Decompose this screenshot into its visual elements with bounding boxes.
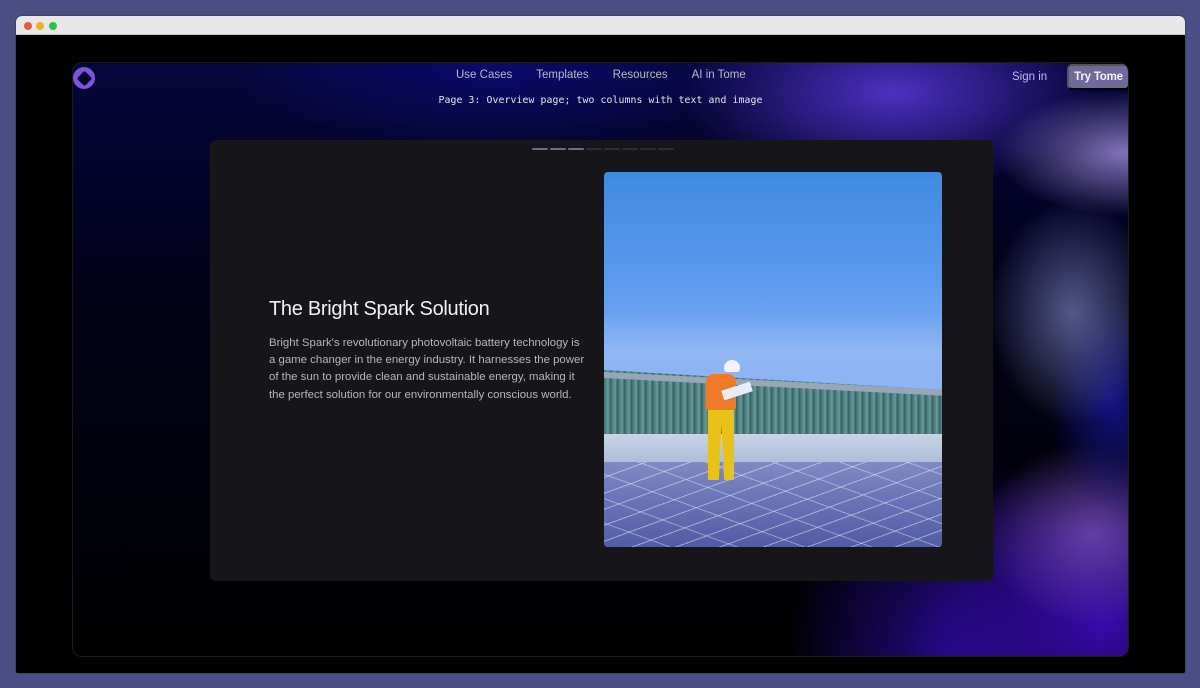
- page-progress-indicator: [532, 148, 674, 150]
- nav-templates[interactable]: Templates: [536, 69, 588, 81]
- slide-title: The Bright Spark Solution: [269, 298, 490, 320]
- close-window-button[interactable]: [24, 22, 32, 30]
- minimize-window-button[interactable]: [36, 22, 44, 30]
- image-solar-panels: [604, 462, 942, 547]
- page-caption: Page 3: Overview page; two columns with …: [438, 95, 763, 106]
- progress-segment-3[interactable]: [568, 148, 584, 150]
- sign-in-link[interactable]: Sign in: [1012, 71, 1047, 83]
- window-titlebar: [16, 16, 1185, 35]
- nav-resources[interactable]: Resources: [613, 69, 668, 81]
- slide-body-text: Bright Spark's revolutionary photovoltai…: [269, 337, 585, 401]
- progress-segment-5[interactable]: [604, 148, 620, 150]
- progress-segment-4[interactable]: [586, 148, 602, 150]
- progress-segment-8[interactable]: [658, 148, 674, 150]
- nav-ai-in-tome[interactable]: AI in Tome: [692, 69, 746, 81]
- main-nav: Use Cases Templates Resources AI in Tome: [456, 69, 770, 81]
- progress-segment-6[interactable]: [622, 148, 638, 150]
- progress-segment-2[interactable]: [550, 148, 566, 150]
- hero-section: Use Cases Templates Resources AI in Tome…: [72, 62, 1129, 657]
- progress-segment-1[interactable]: [532, 148, 548, 150]
- progress-segment-7[interactable]: [640, 148, 656, 150]
- tome-logo-icon[interactable]: [73, 67, 95, 89]
- page-viewport: Use Cases Templates Resources AI in Tome…: [16, 36, 1185, 673]
- worker-legs: [708, 410, 734, 480]
- slide-image: [604, 172, 942, 547]
- slide-card: The Bright Spark Solution Bright Spark's…: [210, 140, 993, 581]
- image-worker: [692, 360, 753, 480]
- try-tome-button[interactable]: Try Tome: [1067, 64, 1128, 90]
- worker-hard-hat: [724, 360, 740, 372]
- nav-use-cases[interactable]: Use Cases: [456, 69, 512, 81]
- maximize-window-button[interactable]: [49, 22, 57, 30]
- browser-window: Use Cases Templates Resources AI in Tome…: [16, 16, 1185, 673]
